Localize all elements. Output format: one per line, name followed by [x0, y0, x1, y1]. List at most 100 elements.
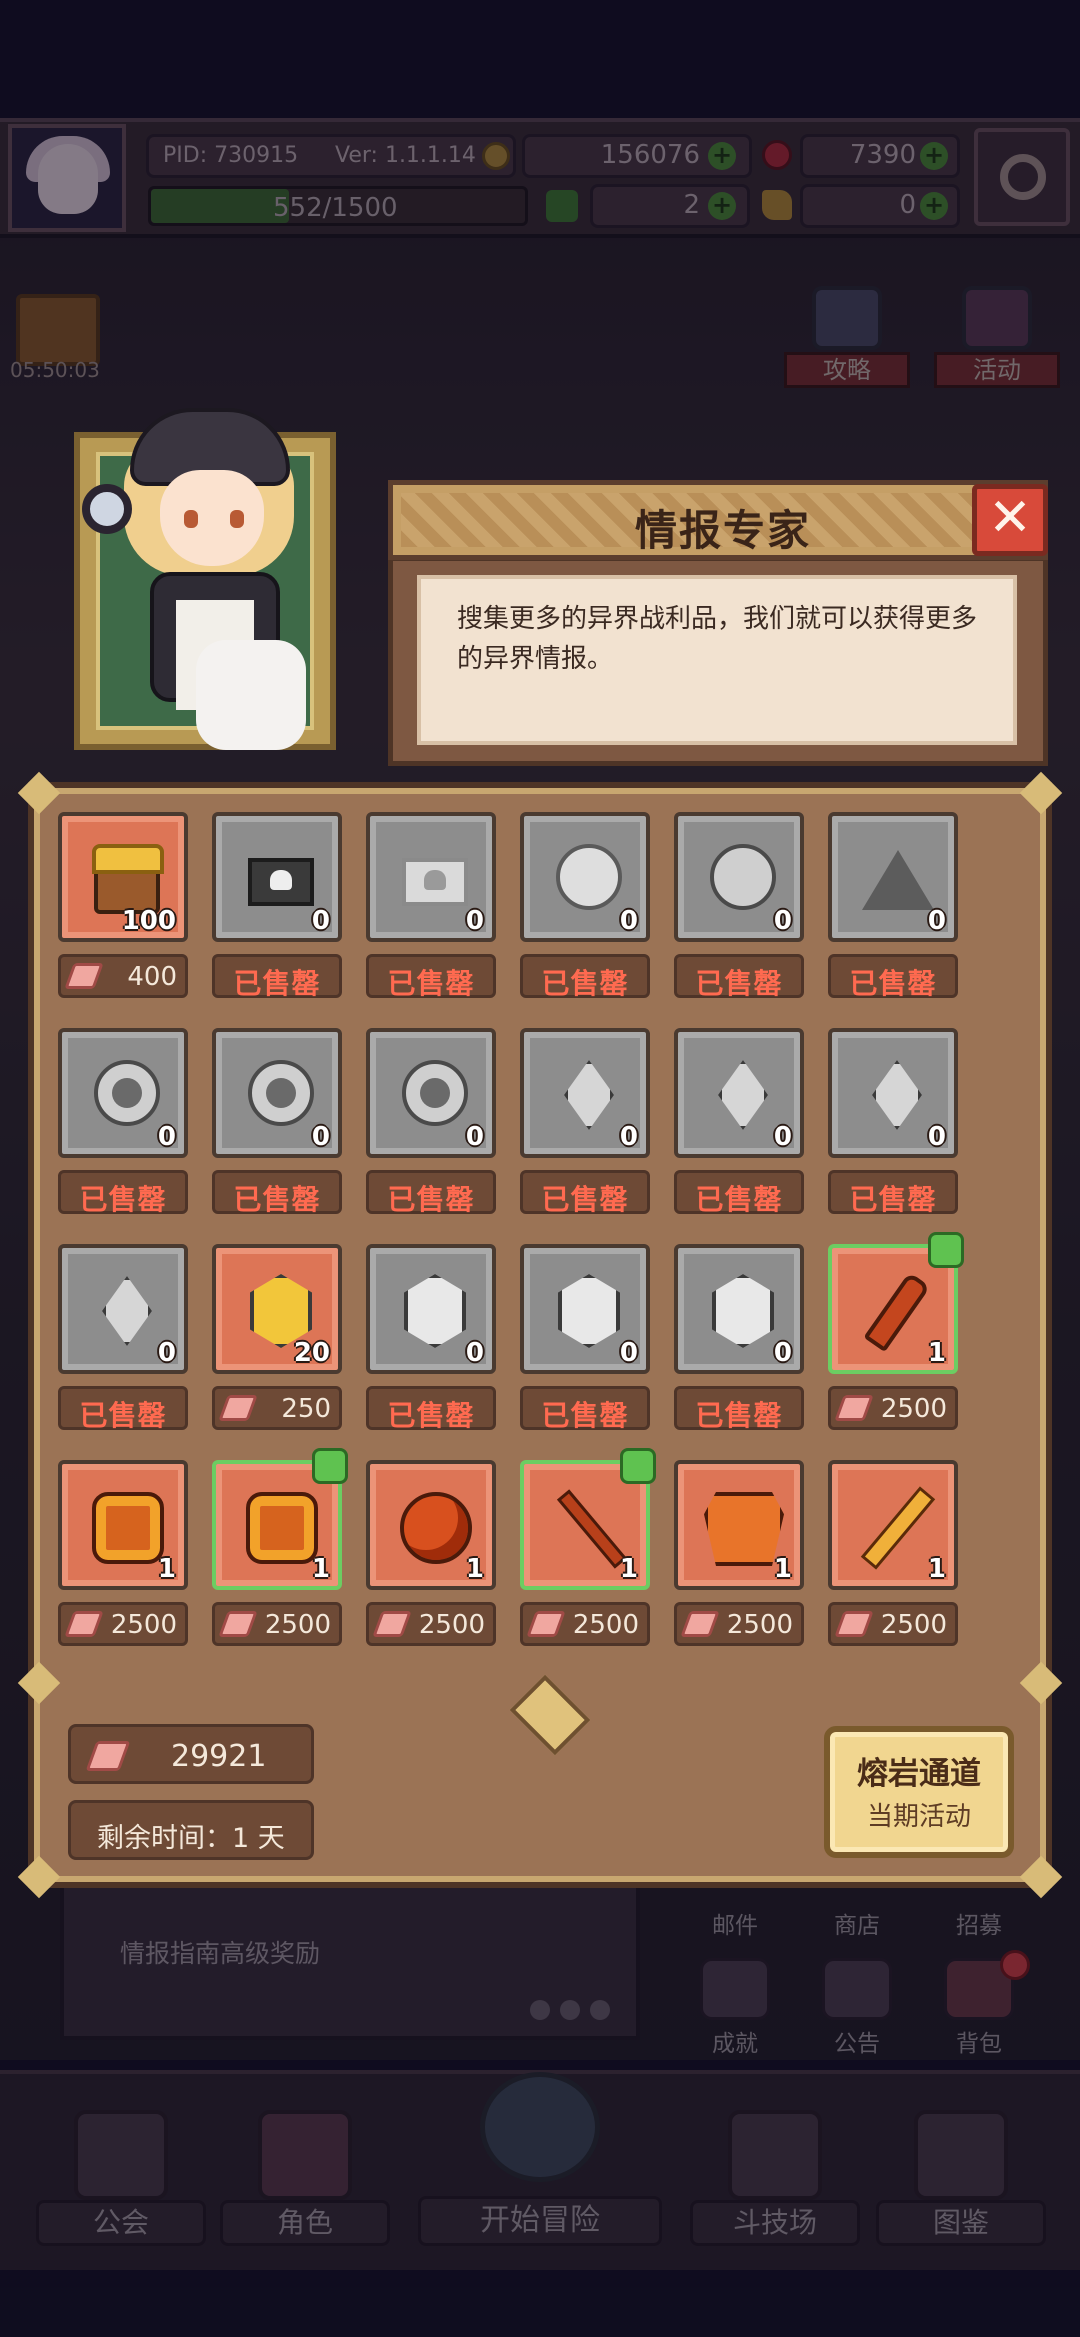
fire-orb-icon: [400, 1492, 472, 1564]
dialog-title: 情报专家: [634, 506, 811, 555]
item-count: 0: [619, 1338, 638, 1368]
price-tag[interactable]: 已售罄: [366, 954, 496, 1000]
shop-panel: 100 400 0 已售罄 0 已售罄 0 已售罄 0 已售罄 0 已售罄 0 已售罄 0 已售罄 0 已售罄 0 已…: [17, 771, 1063, 1899]
crystal-icon: [680, 1611, 720, 1637]
shop-item[interactable]: 0 已售罄: [362, 1024, 500, 1220]
price-tag[interactable]: 已售罄: [828, 954, 958, 1000]
shop-item[interactable]: 0 已售罄: [824, 1024, 962, 1220]
game-screen: PID: 730915 Ver: 1.1.1.14 156076 + 7390 …: [0, 0, 1080, 2337]
item-slot[interactable]: 100: [58, 812, 188, 942]
item-slot[interactable]: 0: [828, 1028, 958, 1158]
shop-item[interactable]: 1 2500: [824, 1456, 962, 1652]
price-tag[interactable]: 已售罄: [520, 1386, 650, 1432]
item-slot[interactable]: 1: [674, 1460, 804, 1590]
price-tag[interactable]: 2500: [366, 1602, 496, 1646]
sold-out-label: 已售罄: [695, 967, 783, 1000]
crystal-icon: [218, 1395, 258, 1421]
remaining-time-text: 剩余时间：1 天: [97, 1823, 285, 1854]
price-tag[interactable]: 已售罄: [520, 1170, 650, 1216]
shop-item[interactable]: 100 400: [54, 808, 192, 1004]
shop-item[interactable]: 0 已售罄: [362, 808, 500, 1004]
shop-item[interactable]: 0 已售罄: [670, 1240, 808, 1436]
price-tag[interactable]: 2500: [828, 1602, 958, 1646]
thumbs-up-icon: [312, 1448, 348, 1484]
shop-item[interactable]: 0 已售罄: [54, 1240, 192, 1436]
shop-item[interactable]: 0 已售罄: [516, 1240, 654, 1436]
item-slot[interactable]: 20: [212, 1244, 342, 1374]
item-slot[interactable]: 0: [58, 1028, 188, 1158]
item-slot[interactable]: 1: [520, 1448, 656, 1590]
price-tag[interactable]: 已售罄: [674, 1386, 804, 1432]
shop-item[interactable]: 0 已售罄: [516, 808, 654, 1004]
price-tag[interactable]: 已售罄: [366, 1170, 496, 1216]
item-slot[interactable]: 0: [674, 1244, 804, 1374]
price-value: 2500: [110, 1610, 177, 1640]
shop-item[interactable]: 0 已售罄: [208, 1024, 346, 1220]
item-slot[interactable]: 1: [828, 1232, 964, 1374]
item-slot[interactable]: 0: [366, 812, 496, 942]
crystal-icon: [526, 1611, 566, 1637]
price-tag[interactable]: 2500: [212, 1602, 342, 1646]
item-count: 0: [465, 1122, 484, 1152]
price-tag[interactable]: 250: [212, 1386, 342, 1430]
price-tag[interactable]: 已售罄: [828, 1170, 958, 1216]
event-button-title: 熔岩通道: [857, 1756, 981, 1792]
item-slot[interactable]: 0: [366, 1244, 496, 1374]
item-count: 20: [293, 1338, 330, 1368]
item-slot[interactable]: 1: [828, 1460, 958, 1590]
event-button[interactable]: 熔岩通道 当期活动: [824, 1726, 1014, 1858]
item-slot[interactable]: 0: [212, 1028, 342, 1158]
price-tag[interactable]: 已售罄: [58, 1170, 188, 1216]
crystal-icon: [85, 1741, 131, 1771]
item-slot[interactable]: 1: [58, 1460, 188, 1590]
item-slot[interactable]: 0: [674, 812, 804, 942]
shop-item[interactable]: 0 已售罄: [362, 1240, 500, 1436]
shop-item[interactable]: 0 已售罄: [208, 808, 346, 1004]
price-tag[interactable]: 已售罄: [212, 1170, 342, 1216]
item-slot[interactable]: 0: [58, 1244, 188, 1374]
item-slot[interactable]: 1: [212, 1448, 348, 1590]
shop-item[interactable]: 1 2500: [824, 1232, 964, 1436]
item-count: 0: [465, 906, 484, 936]
shop-item[interactable]: 1 2500: [516, 1448, 656, 1652]
price-tag[interactable]: 已售罄: [366, 1386, 496, 1432]
item-count: 1: [619, 1554, 638, 1584]
item-slot[interactable]: 0: [212, 812, 342, 942]
price-tag[interactable]: 2500: [58, 1602, 188, 1646]
shop-item[interactable]: 0 已售罄: [670, 808, 808, 1004]
item-slot[interactable]: 0: [828, 812, 958, 942]
shop-item[interactable]: 0 已售罄: [824, 808, 962, 1004]
item-slot[interactable]: 0: [520, 1244, 650, 1374]
price-tag[interactable]: 已售罄: [212, 954, 342, 1000]
item-slot[interactable]: 0: [520, 1028, 650, 1158]
shop-item[interactable]: 0 已售罄: [516, 1024, 654, 1220]
item-slot[interactable]: 0: [674, 1028, 804, 1158]
price-tag[interactable]: 2500: [828, 1386, 958, 1430]
shop-item[interactable]: 0 已售罄: [54, 1024, 192, 1220]
item-slot[interactable]: 0: [520, 812, 650, 942]
price-tag[interactable]: 已售罄: [674, 1170, 804, 1216]
crystal-shard-icon: [564, 1060, 614, 1130]
close-button[interactable]: ✕: [972, 484, 1048, 556]
item-slot[interactable]: 1: [366, 1460, 496, 1590]
price-tag[interactable]: 2500: [520, 1602, 650, 1646]
sold-out-label: 已售罄: [79, 1399, 167, 1432]
price-tag[interactable]: 400: [58, 954, 188, 998]
item-slot[interactable]: 0: [366, 1028, 496, 1158]
shop-item[interactable]: 1 2500: [362, 1456, 500, 1652]
shop-item[interactable]: 1 2500: [208, 1448, 348, 1652]
event-button-subtitle: 当期活动: [866, 1802, 971, 1832]
shop-item[interactable]: 1 2500: [54, 1456, 192, 1652]
price-tag[interactable]: 2500: [674, 1602, 804, 1646]
gold-hex-gem-icon: [250, 1274, 312, 1348]
price-tag[interactable]: 已售罄: [58, 1386, 188, 1432]
chest-gold-icon: [92, 844, 164, 874]
price-tag[interactable]: 已售罄: [674, 954, 804, 1000]
shop-item[interactable]: 0 已售罄: [670, 1024, 808, 1220]
shop-item[interactable]: 1 2500: [670, 1456, 808, 1652]
shop-item[interactable]: 20 250: [208, 1240, 346, 1436]
price-tag[interactable]: 已售罄: [520, 954, 650, 1000]
fire-armor-icon: [246, 1492, 318, 1564]
panel-ornament: [509, 1674, 591, 1756]
dialog-title-banner: 情报专家: [388, 480, 1048, 560]
